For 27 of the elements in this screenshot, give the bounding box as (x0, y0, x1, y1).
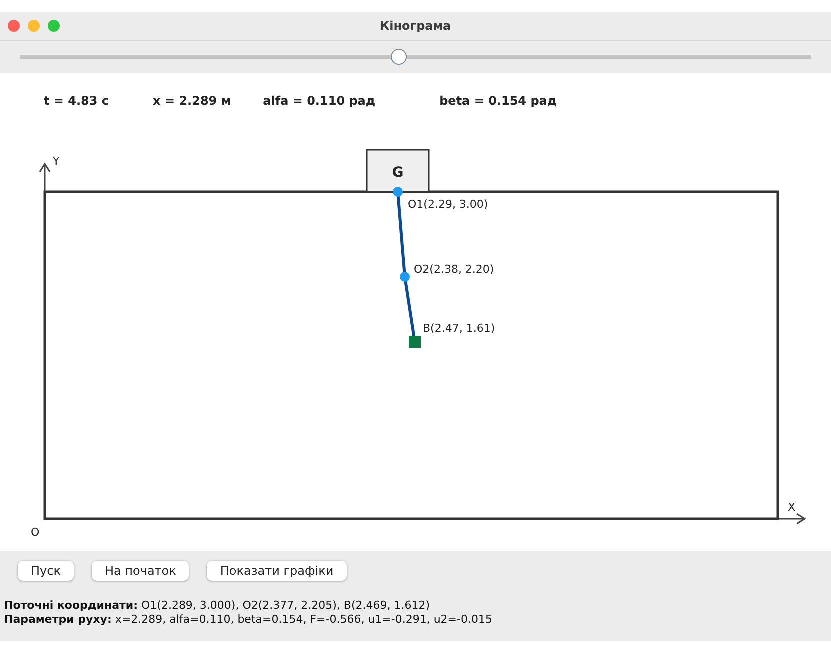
readout-text: t = 4.83 с (44, 94, 110, 108)
point-label: B(2.47, 1.61) (423, 322, 496, 335)
action-button[interactable]: Показати графіки (207, 561, 347, 581)
joint-marker (400, 272, 410, 282)
point-label: O1(2.29, 3.00) (408, 198, 488, 211)
x-axis-arrow (777, 513, 806, 525)
axis-label: Y (53, 155, 60, 168)
status-text: Параметри руху: x=2.289, alfa=0.110, beta=0.154, F=-0.566, u1=-0.291, u2=-0.015 (4, 613, 494, 627)
readout-text: beta = 0.154 рад (440, 94, 558, 108)
action-button[interactable]: На початок (92, 561, 190, 581)
axis-label: X (788, 501, 796, 514)
y-axis-arrow (39, 162, 51, 193)
zoom-button[interactable] (48, 20, 60, 32)
readout-text: alfa = 0.110 рад (263, 94, 376, 108)
status-text: Поточні координати: O1(2.289, 3.000), O2(2.377, 2.205), B(2.469, 1.612) (4, 599, 432, 613)
block (366, 149, 430, 193)
point-label: O2(2.38, 2.20) (414, 263, 494, 276)
close-button[interactable] (8, 20, 20, 32)
window-title: Кінограма (380, 19, 452, 33)
readout-text: x = 2.289 м (153, 94, 232, 108)
action-button[interactable]: Пуск (18, 561, 74, 581)
end-marker (409, 336, 421, 348)
slider-thumb[interactable] (390, 49, 407, 65)
joint-marker (393, 187, 403, 197)
origin-label: O (31, 526, 40, 539)
block-label: G (392, 165, 404, 181)
minimize-button[interactable] (28, 20, 40, 32)
